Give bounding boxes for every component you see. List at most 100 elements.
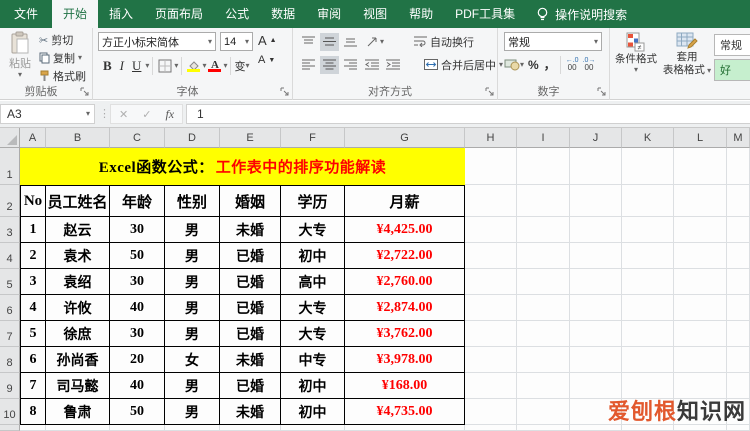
- data-cell[interactable]: 大专: [281, 295, 345, 321]
- row-header[interactable]: [0, 425, 20, 431]
- column-header[interactable]: D: [165, 128, 220, 148]
- data-cell[interactable]: 鲁肃: [46, 399, 110, 425]
- underline-dropdown-arrow[interactable]: ▾: [145, 62, 149, 70]
- salary-cell[interactable]: ¥2,760.00: [345, 269, 465, 295]
- empty-cell[interactable]: [570, 321, 622, 347]
- empty-cell[interactable]: [465, 269, 517, 295]
- borders-dropdown-arrow[interactable]: ▾: [174, 62, 178, 70]
- accounting-format-button[interactable]: [504, 58, 520, 71]
- decrease-font-size-button[interactable]: A ▼: [258, 54, 275, 66]
- empty-cell[interactable]: [674, 321, 727, 347]
- title-cell[interactable]: Excel函数公式： 工作表中的排序功能解读: [20, 148, 465, 185]
- row-header[interactable]: 6: [0, 295, 20, 321]
- column-header[interactable]: E: [220, 128, 281, 148]
- bottom-align-button[interactable]: [341, 33, 360, 51]
- empty-cell[interactable]: [622, 243, 674, 269]
- empty-cell[interactable]: [220, 425, 281, 431]
- empty-cell[interactable]: [727, 321, 750, 347]
- column-header[interactable]: L: [674, 128, 727, 148]
- salary-cell[interactable]: ¥4,735.00: [345, 399, 465, 425]
- empty-cell[interactable]: [727, 217, 750, 243]
- data-cell[interactable]: 已婚: [220, 295, 281, 321]
- salary-cell[interactable]: ¥168.00: [345, 373, 465, 399]
- conditional-formatting-button[interactable]: ≠ 条件格式 ▾: [612, 30, 660, 94]
- data-cell[interactable]: 30: [110, 321, 165, 347]
- font-color-dropdown-arrow[interactable]: ▾: [223, 62, 227, 70]
- data-cell[interactable]: 男: [165, 295, 220, 321]
- data-cell[interactable]: 赵云: [46, 217, 110, 243]
- column-header[interactable]: F: [281, 128, 345, 148]
- phonetic-guide-button[interactable]: 变: [234, 58, 245, 74]
- select-all-button[interactable]: [0, 128, 20, 148]
- ribbon-tab[interactable]: 帮助: [398, 0, 444, 28]
- data-cell[interactable]: 徐庶: [46, 321, 110, 347]
- table-header-cell[interactable]: 性别: [165, 185, 220, 217]
- ribbon-tab[interactable]: 页面布局: [144, 0, 214, 28]
- empty-cell[interactable]: [465, 373, 517, 399]
- name-box-dropdown-arrow[interactable]: ▾: [86, 110, 94, 118]
- empty-cell[interactable]: [622, 217, 674, 243]
- data-cell[interactable]: 40: [110, 373, 165, 399]
- row-header[interactable]: 5: [0, 269, 20, 295]
- data-cell[interactable]: 20: [110, 347, 165, 373]
- column-header[interactable]: H: [465, 128, 517, 148]
- empty-cell[interactable]: [465, 425, 517, 431]
- empty-cell[interactable]: [622, 185, 674, 217]
- tab-file[interactable]: 文件: [0, 0, 52, 28]
- column-header[interactable]: A: [20, 128, 46, 148]
- column-header[interactable]: G: [345, 128, 465, 148]
- empty-cell[interactable]: [674, 148, 727, 185]
- number-format-combobox[interactable]: 常规 ▾: [504, 32, 602, 51]
- data-cell[interactable]: 30: [110, 217, 165, 243]
- empty-cell[interactable]: [465, 148, 517, 185]
- empty-cell[interactable]: [517, 295, 570, 321]
- empty-cell[interactable]: [465, 347, 517, 373]
- row-header[interactable]: 10: [0, 399, 20, 425]
- data-cell[interactable]: 孙尚香: [46, 347, 110, 373]
- data-cell[interactable]: 1: [20, 217, 46, 243]
- format-as-table-button[interactable]: 套用 表格格式 ▾: [662, 30, 712, 94]
- font-dialog-launcher[interactable]: [280, 87, 290, 97]
- formula-input[interactable]: 1: [186, 104, 750, 124]
- increase-decimal-button[interactable]: ←.0 00: [564, 57, 581, 72]
- data-cell[interactable]: 男: [165, 373, 220, 399]
- font-color-button[interactable]: A: [206, 60, 223, 72]
- empty-cell[interactable]: [570, 347, 622, 373]
- salary-cell[interactable]: ¥2,874.00: [345, 295, 465, 321]
- empty-cell[interactable]: [517, 269, 570, 295]
- empty-cell[interactable]: [465, 185, 517, 217]
- row-header[interactable]: 1: [0, 148, 20, 185]
- empty-cell[interactable]: [622, 347, 674, 373]
- data-cell[interactable]: 未婚: [220, 217, 281, 243]
- copy-dropdown-arrow[interactable]: ▾: [78, 54, 82, 62]
- cell-style-good[interactable]: 好: [714, 59, 750, 81]
- cell-style-normal[interactable]: 常规: [714, 34, 750, 56]
- enter-icon[interactable]: ✓: [142, 108, 151, 121]
- empty-cell[interactable]: [345, 425, 465, 431]
- font-size-combobox[interactable]: 14 ▾: [220, 32, 253, 51]
- empty-cell[interactable]: [517, 217, 570, 243]
- align-right-button[interactable]: [341, 56, 360, 74]
- row-header[interactable]: 7: [0, 321, 20, 347]
- row-header[interactable]: 9: [0, 373, 20, 399]
- salary-cell[interactable]: ¥3,762.00: [345, 321, 465, 347]
- empty-cell[interactable]: [465, 399, 517, 425]
- data-cell[interactable]: 50: [110, 399, 165, 425]
- data-cell[interactable]: 未婚: [220, 347, 281, 373]
- wrap-text-button[interactable]: 自动换行: [414, 34, 474, 50]
- paste-button[interactable]: 粘贴 ▾: [4, 31, 36, 91]
- empty-cell[interactable]: [622, 269, 674, 295]
- cancel-icon[interactable]: ✕: [119, 108, 128, 121]
- data-cell[interactable]: 袁绍: [46, 269, 110, 295]
- empty-cell[interactable]: [727, 243, 750, 269]
- increase-font-size-button[interactable]: A ▲: [258, 33, 277, 48]
- column-header[interactable]: C: [110, 128, 165, 148]
- top-align-button[interactable]: [299, 33, 318, 51]
- insert-function-icon[interactable]: fx: [165, 107, 174, 122]
- ribbon-tab[interactable]: 视图: [352, 0, 398, 28]
- data-cell[interactable]: 8: [20, 399, 46, 425]
- data-cell[interactable]: 2: [20, 243, 46, 269]
- ribbon-tab[interactable]: 插入: [98, 0, 144, 28]
- name-box[interactable]: A3 ▾: [0, 104, 95, 124]
- empty-cell[interactable]: [465, 217, 517, 243]
